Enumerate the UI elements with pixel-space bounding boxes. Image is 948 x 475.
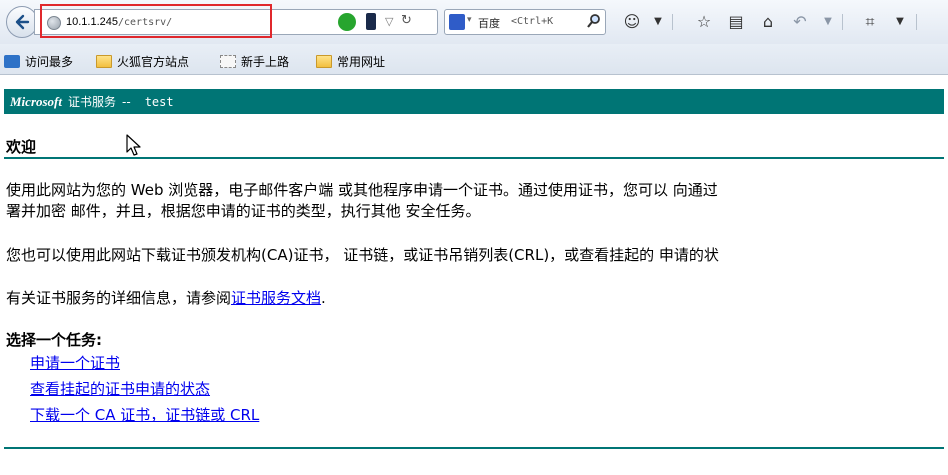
toolbar-separator [842, 14, 843, 30]
mouse-cursor-icon [126, 134, 141, 156]
certsrv-banner: Microsoft 证书服务 -- test [4, 89, 944, 114]
bookmark-common-sites[interactable]: 常用网址 [316, 52, 385, 70]
search-bar[interactable]: ▾ 百度 <Ctrl+K [444, 9, 606, 35]
baidu-icon[interactable] [449, 14, 465, 30]
bookmark-getting-started[interactable]: 新手上路 [220, 52, 289, 70]
ca-name: test [144, 94, 174, 109]
mobile-icon[interactable] [366, 13, 376, 30]
intro-paragraph-line-2: 署并加密 邮件，并且，根据您申请的证书的类型，执行其他 安全任务。 [6, 202, 481, 220]
addon-dropdown-icon[interactable]: ▼ [648, 12, 668, 32]
search-icon[interactable] [586, 13, 602, 29]
folder-icon [96, 54, 112, 68]
addon-icon[interactable]: ☺ [622, 12, 642, 32]
search-engine-name: 百度 [478, 17, 500, 30]
task-heading: 选择一个任务: [6, 331, 102, 349]
back-icon [15, 14, 30, 30]
microsoft-logo: Microsoft [10, 93, 62, 109]
browser-toolbar: 10.1.1.245/certsrv/ ▽ ↻ ▾ 百度 <Ctrl+K ☺ ▼… [0, 0, 948, 44]
toolbar-separator [672, 14, 673, 30]
dropdown-icon[interactable]: ▽ [385, 15, 393, 28]
docs-paragraph: 有关证书服务的详细信息，请参阅证书服务文档. [6, 289, 326, 307]
star-icon[interactable]: ☆ [694, 12, 714, 32]
crop-dropdown-icon[interactable]: ▼ [890, 12, 910, 32]
undo-icon[interactable]: ↶ [790, 12, 810, 32]
docs-link[interactable]: 证书服务文档 [231, 289, 321, 307]
folder-icon [316, 54, 332, 68]
home-icon[interactable]: ⌂ [758, 12, 778, 32]
service-title: 证书服务 [68, 95, 117, 109]
reader-icon[interactable]: ▤ [726, 12, 746, 32]
search-engine-dropdown-icon[interactable]: ▾ [467, 15, 472, 25]
bottom-divider [4, 447, 944, 449]
go-icon[interactable] [338, 13, 356, 31]
undo-dropdown-icon[interactable]: ▼ [818, 12, 838, 32]
banner-separator: -- [122, 94, 131, 109]
toolbar-separator [916, 14, 917, 30]
page-title: 欢迎 [6, 138, 37, 156]
reload-icon[interactable]: ↻ [401, 13, 412, 28]
bookmark-most-visited[interactable]: 访问最多 [4, 52, 73, 70]
search-input[interactable]: <Ctrl+K [511, 16, 553, 27]
bookmark-firefox-sites[interactable]: 火狐官方站点 [96, 52, 189, 70]
bookmarks-toolbar: 访问最多 火狐官方站点 新手上路 常用网址 [0, 44, 948, 75]
crop-icon[interactable]: ⌗ [860, 12, 880, 32]
intro-paragraph-line-1: 使用此网站为您的 Web 浏览器，电子邮件客户端 或其他程序申请一个证书。通过使… [6, 181, 718, 199]
download-ca-certificate-link[interactable]: 下载一个 CA 证书，证书链或 CRL [30, 404, 259, 425]
request-certificate-link[interactable]: 申请一个证书 [30, 352, 120, 373]
pending-request-status-link[interactable]: 查看挂起的证书申请的状态 [30, 378, 210, 399]
ca-download-paragraph: 您也可以使用此网站下载证书颁发机构(CA)证书， 证书链，或证书吊销列表(CRL… [6, 246, 719, 264]
dashed-folder-icon [220, 54, 236, 68]
most-visited-icon [4, 54, 20, 68]
url-highlight-box [40, 4, 272, 38]
